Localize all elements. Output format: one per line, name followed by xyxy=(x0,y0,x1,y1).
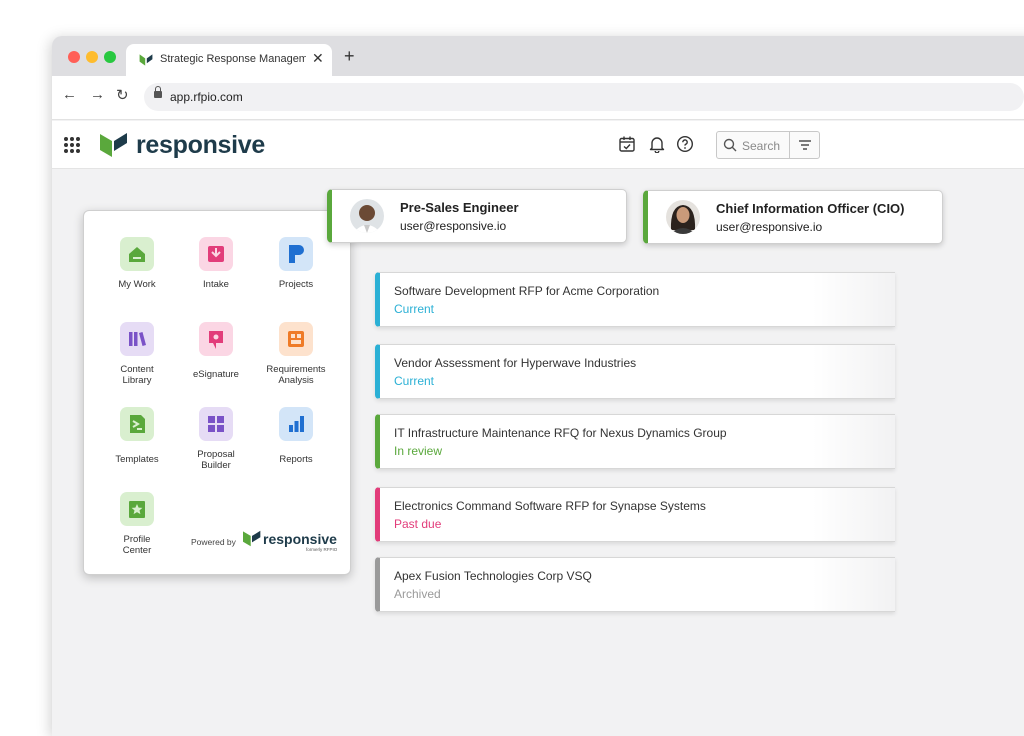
library-icon xyxy=(120,322,154,356)
app-intake[interactable]: Intake xyxy=(178,237,254,290)
app-label: Proposal Builder xyxy=(197,449,235,471)
avatar xyxy=(666,200,700,234)
project-title: IT Infrastructure Maintenance RFQ for Ne… xyxy=(394,426,727,440)
window-close-dot[interactable] xyxy=(68,51,80,63)
app-label: Templates xyxy=(115,454,159,465)
project-title: Electronics Command Software RFP for Syn… xyxy=(394,499,706,513)
user-card-cio[interactable]: Chief Information Officer (CIO) user@res… xyxy=(643,190,943,244)
app-launcher-panel: My Work Intake Projects Content Library … xyxy=(83,210,351,575)
calendar-icon[interactable] xyxy=(618,135,636,153)
templates-icon xyxy=(120,407,154,441)
new-tab-icon[interactable]: + xyxy=(344,46,355,67)
responsive-logo-icon xyxy=(100,133,127,157)
address-bar: ← → ↻ app.rfpio.com xyxy=(52,76,1024,120)
app-label: Content Library xyxy=(120,364,154,386)
project-status: Past due xyxy=(394,517,442,531)
project-card[interactable]: Electronics Command Software RFP for Syn… xyxy=(375,487,895,542)
builder-icon xyxy=(199,407,233,441)
powered-subtitle: formerly RFPIO xyxy=(306,547,338,552)
user-role: Pre-Sales Engineer xyxy=(400,200,519,215)
analysis-icon xyxy=(279,322,313,356)
reload-icon[interactable]: ↻ xyxy=(116,86,129,104)
user-role: Chief Information Officer (CIO) xyxy=(716,201,905,216)
app-esignature[interactable]: eSignature xyxy=(178,322,254,380)
back-arrow-icon[interactable]: ← xyxy=(62,86,77,103)
user-card-presales[interactable]: Pre-Sales Engineer user@responsive.io xyxy=(327,189,627,243)
browser-tab[interactable]: Strategic Response Management ✕ xyxy=(126,44,332,76)
responsive-logo-icon xyxy=(243,530,261,547)
project-status: Current xyxy=(394,302,435,316)
app-requirements-analysis[interactable]: Requirements Analysis xyxy=(258,322,334,386)
filter-icon xyxy=(799,140,811,150)
project-status: Current xyxy=(394,374,435,388)
window-minimize-dot[interactable] xyxy=(86,51,98,63)
project-title: Software Development RFP for Acme Corpor… xyxy=(394,284,660,298)
filter-button[interactable] xyxy=(789,132,819,158)
search-placeholder: Search xyxy=(742,139,781,153)
help-icon[interactable] xyxy=(676,135,694,153)
app-label: My Work xyxy=(118,279,156,290)
app-reports[interactable]: Reports xyxy=(258,407,334,465)
url-text: app.rfpio.com xyxy=(170,90,243,104)
app-label: eSignature xyxy=(193,369,239,380)
brand-name: responsive xyxy=(136,131,266,159)
app-proposal-builder[interactable]: Proposal Builder xyxy=(178,407,254,471)
app-label: Profile Center xyxy=(122,534,152,556)
bell-icon[interactable] xyxy=(648,135,666,153)
app-label: Projects xyxy=(278,279,314,290)
project-card[interactable]: IT Infrastructure Maintenance RFQ for Ne… xyxy=(375,414,895,469)
project-title: Vendor Assessment for Hyperwave Industri… xyxy=(394,356,637,370)
project-status: In review xyxy=(394,444,443,458)
home-icon xyxy=(120,237,154,271)
app-label: Reports xyxy=(279,454,313,465)
avatar xyxy=(350,199,384,233)
user-email: user@responsive.io xyxy=(400,219,507,233)
app-label: Requirements Analysis xyxy=(266,364,326,386)
app-label: Intake xyxy=(203,279,229,290)
projects-icon xyxy=(279,237,313,271)
download-icon xyxy=(199,237,233,271)
project-card[interactable]: Software Development RFP for Acme Corpor… xyxy=(375,272,895,327)
app-content-library[interactable]: Content Library xyxy=(99,322,175,386)
app-header: responsive Search xyxy=(52,121,1024,169)
powered-by: Powered by responsive formerly RFPIO xyxy=(191,530,341,552)
app-projects[interactable]: Projects xyxy=(258,237,334,290)
lock-icon xyxy=(154,86,162,98)
window-maximize-dot[interactable] xyxy=(104,51,116,63)
powered-by-label: Powered by xyxy=(191,537,236,547)
project-card[interactable]: Vendor Assessment for Hyperwave Industri… xyxy=(375,344,895,399)
app-my-work[interactable]: My Work xyxy=(99,237,175,290)
search-icon xyxy=(723,138,737,152)
powered-brand: responsive xyxy=(263,531,337,547)
tab-close-icon[interactable]: ✕ xyxy=(312,50,324,67)
app-launcher-grid-icon[interactable] xyxy=(64,137,80,153)
signature-icon xyxy=(199,322,233,356)
app-profile-center[interactable]: Profile Center xyxy=(99,492,175,556)
forward-arrow-icon[interactable]: → xyxy=(90,86,105,103)
tab-strip: Strategic Response Management ✕ + xyxy=(52,36,1024,76)
profile-star-icon xyxy=(120,492,154,526)
project-card[interactable]: Apex Fusion Technologies Corp VSQ Archiv… xyxy=(375,557,895,612)
search-input[interactable]: Search xyxy=(716,131,820,159)
responsive-favicon-icon xyxy=(139,54,153,66)
user-email: user@responsive.io xyxy=(716,220,823,234)
tab-title: Strategic Response Management xyxy=(160,53,306,65)
url-field[interactable]: app.rfpio.com xyxy=(144,83,1024,111)
app-templates[interactable]: Templates xyxy=(99,407,175,465)
project-title: Apex Fusion Technologies Corp VSQ xyxy=(394,569,592,583)
project-status: Archived xyxy=(394,587,441,601)
reports-icon xyxy=(279,407,313,441)
